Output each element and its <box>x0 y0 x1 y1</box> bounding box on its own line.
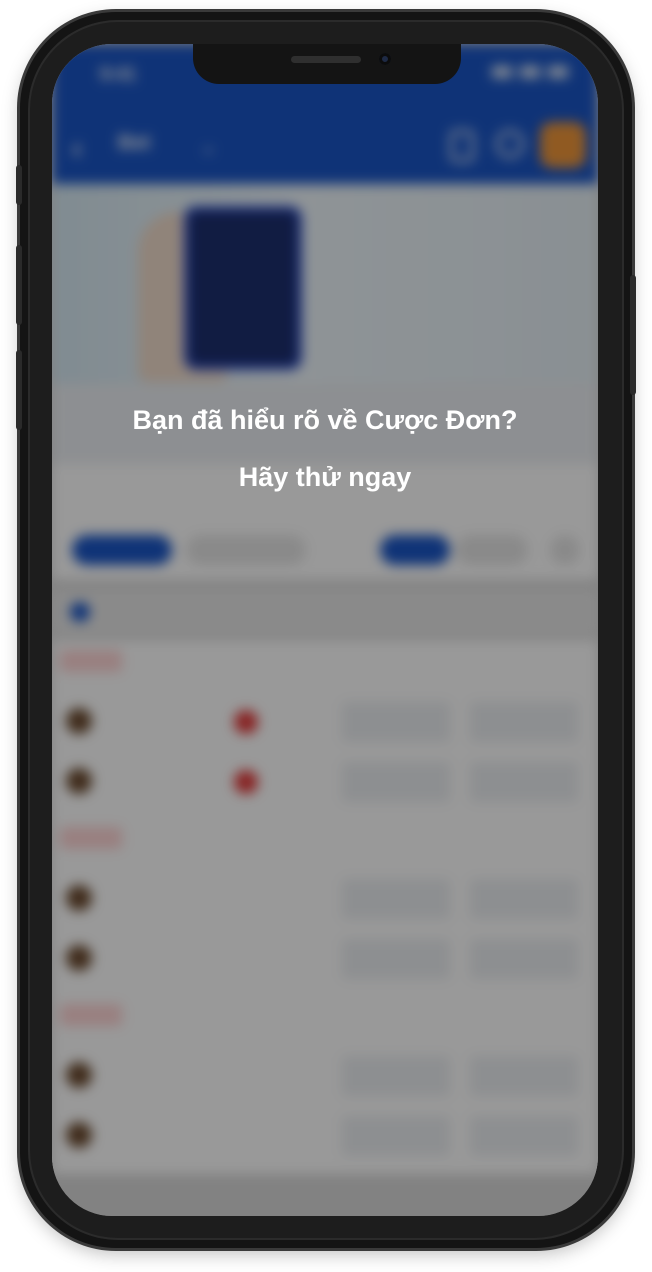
overlay-title: Bạn đã hiểu rõ về Cược Đơn? <box>132 405 518 435</box>
phone-screen: 9:41 ‹ Bet ⌄ Bạn đã hiểu rõ về Cược Đơn?… <box>52 44 598 1216</box>
overlay-subtitle[interactable]: Hãy thử ngay <box>52 458 598 496</box>
volume-up-button <box>16 245 22 325</box>
mute-switch <box>16 165 22 205</box>
tutorial-overlay[interactable]: Bạn đã hiểu rõ về Cược Đơn? Hãy thử ngay <box>52 44 598 1216</box>
volume-down-button <box>16 350 22 430</box>
earpiece-speaker <box>291 56 361 63</box>
phone-notch <box>193 44 461 84</box>
front-camera <box>379 53 391 65</box>
power-button <box>630 275 636 395</box>
